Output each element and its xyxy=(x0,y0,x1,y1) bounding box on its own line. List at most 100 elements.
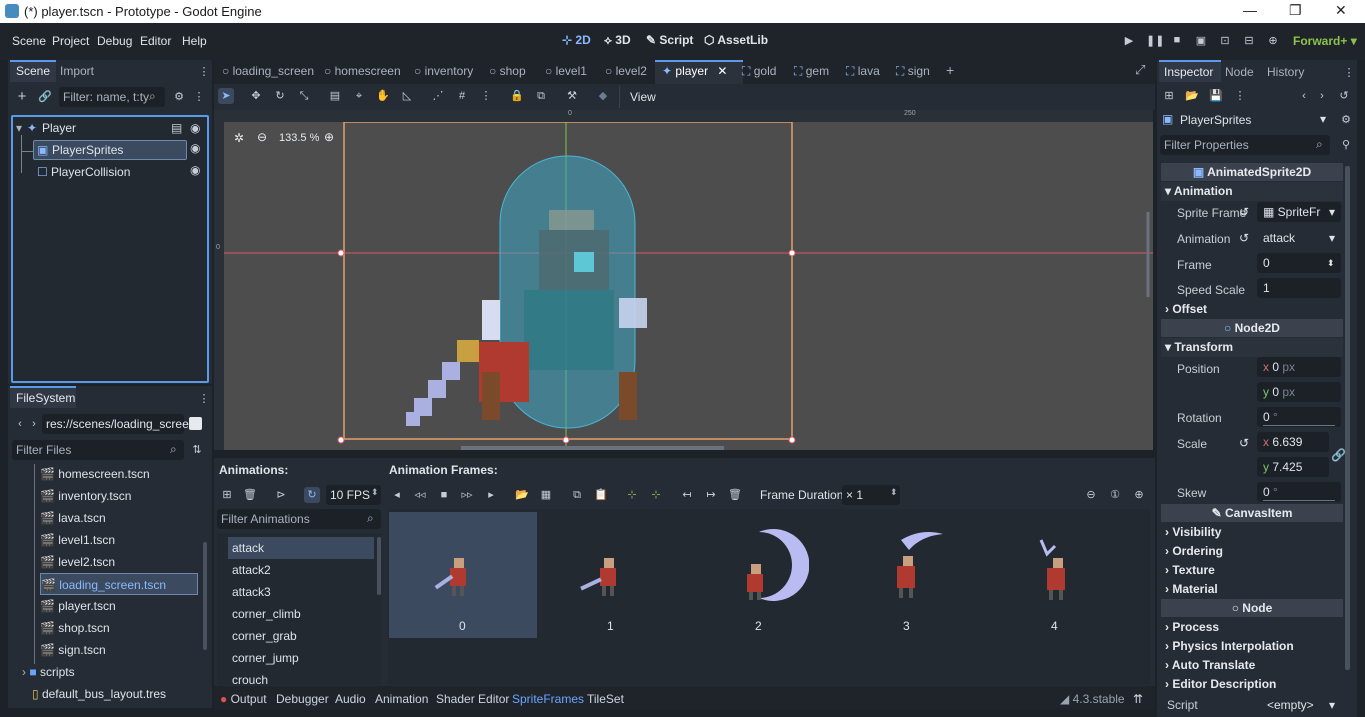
zoom-reset-icon[interactable]: ① xyxy=(1107,487,1123,503)
section-material[interactable]: › Material xyxy=(1161,580,1343,599)
prop-speed-value[interactable]: 1 xyxy=(1257,278,1341,298)
path-field[interactable]: res://scenes/loading_screen. xyxy=(42,414,199,434)
tab-import[interactable]: Import xyxy=(60,64,94,78)
visibility-icon[interactable]: ◉ xyxy=(190,141,200,155)
scene-tab[interactable]: ○ homescreen xyxy=(324,64,401,78)
add-node-icon[interactable]: + xyxy=(14,89,30,105)
rotate-tool-icon[interactable]: ↻ xyxy=(272,88,288,104)
view-menu[interactable]: View xyxy=(630,90,656,104)
tab-inspector[interactable]: Inspector xyxy=(1164,65,1213,79)
workspace-3d[interactable]: ⟡ 3D xyxy=(604,33,631,48)
move-right-icon[interactable]: ↦ xyxy=(703,487,719,503)
toggle-panel-icon[interactable]: ⇈ xyxy=(1133,692,1143,706)
open-resource-icon[interactable]: 📂 xyxy=(1184,88,1200,104)
camera-override-icon[interactable]: ◆ xyxy=(595,88,611,104)
remote-debug-icon[interactable]: ▣ xyxy=(1194,34,1208,48)
attach-script-icon[interactable]: ⚙ xyxy=(171,89,187,105)
filter-files-input[interactable]: Filter Files ⌕ xyxy=(12,440,184,460)
filter-properties-input[interactable]: Filter Properties ⌕ xyxy=(1160,135,1330,155)
scene-tab-active[interactable]: ✦ player ✕ xyxy=(662,64,727,78)
section-ordering[interactable]: › Ordering xyxy=(1161,542,1343,561)
revert-icon[interactable]: ↺ xyxy=(1239,231,1249,245)
object-history-icon[interactable]: ↺ xyxy=(1336,88,1352,104)
animation-item[interactable]: corner_grab xyxy=(228,625,374,647)
move-tool-icon[interactable]: ✥ xyxy=(248,88,264,104)
scene-tab[interactable]: ⛶ lava xyxy=(846,64,880,79)
tab-scene[interactable]: Scene xyxy=(16,64,50,78)
history-forward-icon[interactable]: › xyxy=(1314,88,1330,104)
menu-debug[interactable]: Debug xyxy=(97,34,132,48)
scene-tab[interactable]: ⛶ gold xyxy=(742,64,776,79)
folder-item[interactable]: › ■ scripts xyxy=(22,661,198,683)
pause-icon[interactable]: ❚❚ xyxy=(1146,34,1164,48)
dock-menu-icon[interactable]: ⋮ xyxy=(196,64,212,80)
file-item[interactable]: 🎬 lava.tscn xyxy=(40,507,200,529)
tab-shader-editor[interactable]: Shader Editor xyxy=(436,692,509,706)
pan-tool-icon[interactable]: ✋ xyxy=(375,88,391,104)
tab-debugger[interactable]: Debugger xyxy=(276,692,329,706)
center-view-icon[interactable]: ✲ xyxy=(234,131,244,145)
list-select-icon[interactable]: ▤ xyxy=(327,88,343,104)
smart-snap-icon[interactable]: ⋰ xyxy=(430,88,446,104)
tab-tileset[interactable]: TileSet xyxy=(587,692,624,706)
section-process[interactable]: › Process xyxy=(1161,618,1343,637)
add-animation-icon[interactable]: ⊞ xyxy=(219,487,235,503)
tab-animation[interactable]: Animation xyxy=(375,692,428,706)
prop-sprite-frames-value[interactable]: ▦ SpriteFr ▾ xyxy=(1257,202,1341,222)
menu-scene[interactable]: Scene xyxy=(12,34,46,48)
file-item-selected[interactable]: 🎬 loading_screen.tscn xyxy=(40,573,198,595)
delete-frame-icon[interactable]: 🗑 xyxy=(727,487,743,503)
move-left-icon[interactable]: ↤ xyxy=(679,487,695,503)
inspector-scrollbar[interactable] xyxy=(1345,166,1350,670)
scene-tab[interactable]: ○ level2 xyxy=(605,64,647,78)
lock-icon[interactable]: 🔒 xyxy=(509,88,525,104)
stop-icon[interactable]: ■ xyxy=(1170,34,1184,48)
split-view-icon[interactable] xyxy=(189,417,202,430)
section-auto-translate[interactable]: › Auto Translate xyxy=(1161,656,1343,675)
property-options-icon[interactable]: ⚲ xyxy=(1338,137,1354,153)
frame-cell[interactable]: 1 xyxy=(537,512,685,638)
copy-icon[interactable]: ⧉ xyxy=(569,487,585,503)
2d-viewport[interactable]: ✲ ⊖ 133.5 % ⊕ xyxy=(224,122,1153,450)
tree-node-playersprites[interactable]: ▣ PlayerSprites xyxy=(33,140,187,160)
minimize-icon[interactable]: — xyxy=(1243,2,1257,18)
scrollbar[interactable] xyxy=(203,542,207,650)
close-tab-icon[interactable]: ✕ xyxy=(717,64,727,78)
prop-frame-value[interactable]: 0 ⬍ xyxy=(1257,253,1341,273)
ruler-tool-icon[interactable]: ◺ xyxy=(399,88,415,104)
section-editor-description[interactable]: › Editor Description xyxy=(1161,675,1343,694)
zoom-in-icon[interactable]: ⊕ xyxy=(324,130,334,144)
workspace-assetlib[interactable]: ⬡ AssetLib xyxy=(704,33,768,47)
tab-spriteframes[interactable]: SpriteFrames xyxy=(512,692,584,706)
load-frames-icon[interactable]: 📂 xyxy=(514,487,530,503)
section-transform[interactable]: ▾ Transform xyxy=(1161,338,1343,357)
section-physics-interpolation[interactable]: › Physics Interpolation xyxy=(1161,637,1343,656)
animation-item[interactable]: attack2 xyxy=(228,559,374,581)
tab-node[interactable]: Node xyxy=(1225,65,1254,79)
node-settings-icon[interactable]: ⚙ xyxy=(1338,112,1354,128)
play-forward-icon[interactable]: ▹▹ xyxy=(459,487,475,503)
tab-history[interactable]: History xyxy=(1267,65,1304,79)
maximize-icon[interactable]: ❐ xyxy=(1289,2,1302,19)
insert-after-icon[interactable]: ⊹ xyxy=(648,487,664,503)
history-back-icon[interactable]: ‹ xyxy=(1296,88,1312,104)
file-item[interactable]: ▯ default_bus_layout.tres xyxy=(32,683,208,704)
file-item[interactable]: 🎬 shop.tscn xyxy=(40,617,200,639)
play-current-icon[interactable]: ⊡ xyxy=(1218,34,1232,48)
play-backwards-icon[interactable]: ◃◃ xyxy=(412,487,428,503)
scene-tab[interactable]: ○ level1 xyxy=(545,64,587,78)
prop-scale-x[interactable]: x 6.639 xyxy=(1257,432,1329,452)
select-tool-icon[interactable]: ➤ xyxy=(218,88,234,104)
close-window-icon[interactable]: ✕ xyxy=(1335,2,1347,19)
frame-duration-spinbox[interactable]: × 1 ⬍ xyxy=(842,485,900,505)
grid-snap-icon[interactable]: # xyxy=(454,88,470,104)
snap-options-icon[interactable]: ⋮ xyxy=(478,88,494,104)
new-resource-icon[interactable]: ⊞ xyxy=(1161,88,1177,104)
zoom-out-icon[interactable]: ⊖ xyxy=(257,130,267,144)
file-item[interactable]: 🎬 sign.tscn xyxy=(40,639,200,661)
filter-animations-input[interactable]: Filter Animations ⌕ xyxy=(217,509,381,529)
file-item[interactable]: 🎬 homescreen.tscn xyxy=(40,464,200,485)
zoom-level[interactable]: 133.5 % xyxy=(279,132,319,144)
section-offset[interactable]: › Offset xyxy=(1161,300,1343,319)
prop-scale-y[interactable]: y 7.425 xyxy=(1257,457,1329,477)
